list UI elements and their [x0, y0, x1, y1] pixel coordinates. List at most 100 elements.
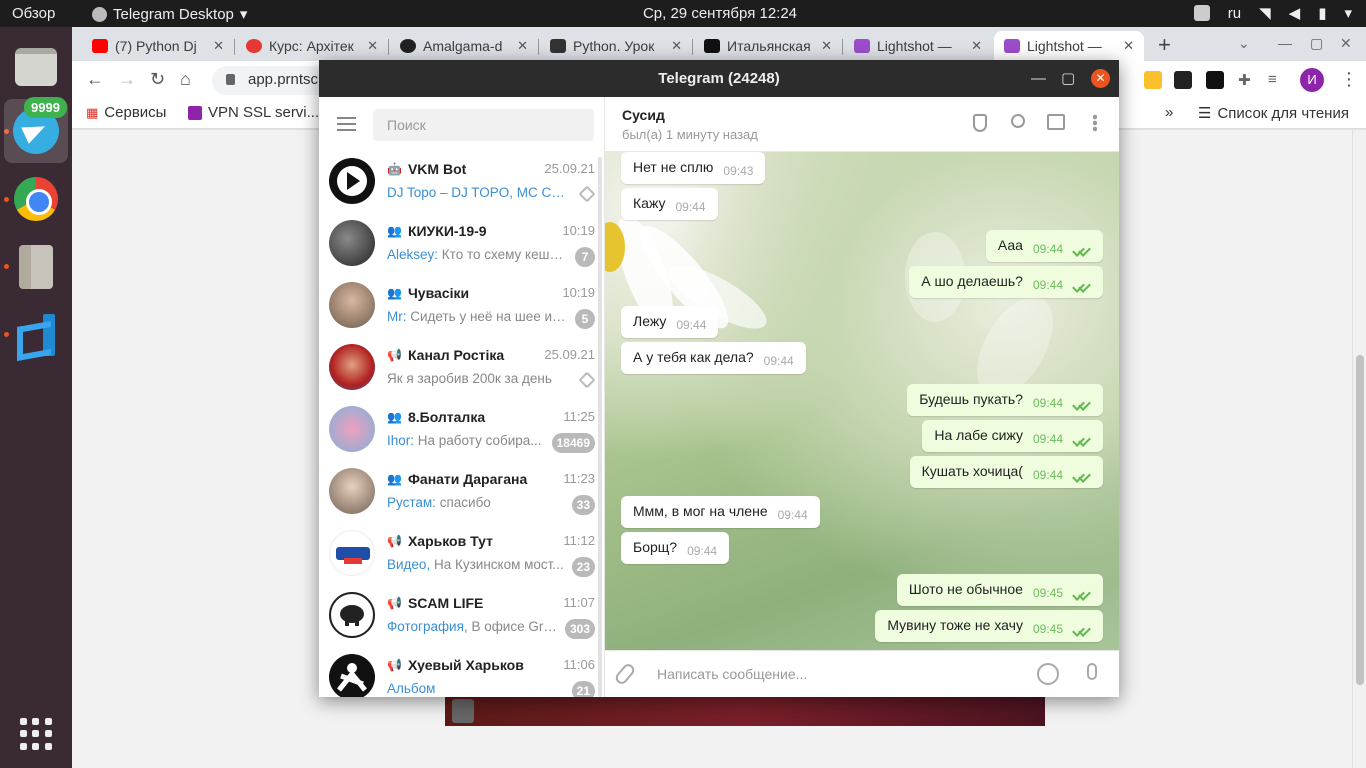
pin-icon: [578, 371, 596, 389]
bookmarks-overflow[interactable]: »: [1165, 104, 1173, 121]
message-outgoing[interactable]: Будешь пукать? 09:44: [907, 384, 1103, 416]
extension-icon[interactable]: [1144, 71, 1162, 89]
browser-tab-active[interactable]: Lightshot — ✕: [994, 31, 1144, 61]
system-top-bar: Обзор Telegram Desktop ▾ Ср, 29 сентября…: [0, 0, 1366, 27]
dock-telegram[interactable]: 9999: [4, 97, 68, 163]
chat-list-item[interactable]: 🤖 VKM Bot 25.09.21 DJ Topo – DJ TOPO, MC …: [319, 151, 604, 213]
indicator-icon[interactable]: [1193, 5, 1210, 21]
chat-list-item[interactable]: 👥 КИУКИ-19-9 10:19 Aleksey: Кто то схему …: [319, 213, 604, 275]
language-indicator[interactable]: ru: [1228, 5, 1241, 22]
browser-tab[interactable]: Курс: Архітек ✕: [236, 31, 388, 61]
maximize-icon[interactable]: ▢: [1061, 60, 1075, 97]
dock-archive-manager[interactable]: [4, 235, 68, 299]
unread-count: 303: [564, 619, 595, 639]
close-icon[interactable]: ✕: [517, 38, 528, 54]
dock-vscode[interactable]: [4, 303, 68, 367]
emoji-icon[interactable]: [1037, 663, 1059, 685]
chat-preview: Aleksey: Кто то схему кеша ...: [387, 247, 567, 262]
message-incoming[interactable]: Кажу 09:44: [621, 188, 718, 220]
chevron-down-icon[interactable]: ▾: [1344, 4, 1352, 22]
chat-list-item[interactable]: 📢 Харьков Тут 11:12 Видео, На Кузинском м…: [319, 523, 604, 585]
browser-tab[interactable]: Итальянская ✕: [694, 31, 842, 61]
message-incoming[interactable]: Нет не сплю 09:43: [621, 152, 766, 184]
attach-icon[interactable]: [613, 661, 637, 687]
system-tray[interactable]: ru ◥ ◀ ▮ ▾: [1193, 4, 1352, 22]
message-outgoing[interactable]: Мувину тоже не хачу 09:45: [875, 610, 1103, 642]
close-icon[interactable]: ✕: [213, 38, 224, 54]
message-outgoing[interactable]: Шото не обычное 09:45: [896, 574, 1103, 606]
show-applications-icon[interactable]: [20, 718, 52, 750]
message-incoming[interactable]: Лежу 09:44: [621, 306, 719, 338]
avatar[interactable]: И: [1300, 68, 1324, 92]
browser-tab[interactable]: Lightshot — ✕: [844, 31, 992, 61]
unread-count: 7: [575, 247, 595, 267]
close-icon[interactable]: ✕: [1123, 38, 1134, 54]
close-icon[interactable]: ✕: [367, 38, 378, 54]
chat-name: Канал Ростіка: [407, 347, 505, 363]
page-scrollbar[interactable]: [1352, 130, 1366, 768]
bookmark-vpn[interactable]: VPN SSL servi...: [188, 104, 319, 121]
search-input[interactable]: Поиск: [373, 109, 594, 141]
chat-list-item[interactable]: 📢 SCAM LIFE 11:07 Фотография, В офисе Gro…: [319, 585, 604, 647]
chat-list-item[interactable]: 📢 Канал Ростіка 25.09.21 Як я заробив 200…: [319, 337, 604, 399]
reload-icon[interactable]: ↻: [150, 69, 165, 90]
message-outgoing[interactable]: А шо делаешь? 09:44: [909, 266, 1103, 298]
message-outgoing[interactable]: Ааа 09:44: [985, 230, 1103, 262]
microphone-icon[interactable]: [1087, 663, 1097, 680]
more-icon[interactable]: ⋮: [1340, 69, 1358, 90]
browser-tab[interactable]: (7) Python Dj ✕: [82, 31, 234, 61]
minimize-icon[interactable]: —: [1278, 35, 1292, 51]
browser-tab[interactable]: Python. Урок ✕: [540, 31, 692, 61]
close-icon[interactable]: ✕: [1340, 35, 1352, 52]
message-incoming[interactable]: Ммм, в мог на члене 09:44: [621, 496, 820, 528]
close-icon[interactable]: ✕: [821, 38, 832, 54]
more-options-icon[interactable]: [1093, 114, 1097, 132]
message-incoming[interactable]: Борщ? 09:44: [621, 532, 730, 564]
home-icon[interactable]: ⌂: [180, 69, 191, 90]
files-icon: [15, 48, 57, 86]
chat-header[interactable]: Сусид был(а) 1 минуту назад: [605, 97, 1119, 152]
message-incoming[interactable]: А у тебя как дела? 09:44: [621, 342, 806, 374]
chat-list-item[interactable]: 👥 Чувасіки 10:19 Mr: Сидеть у неё на шее …: [319, 275, 604, 337]
hamburger-menu-icon[interactable]: [337, 117, 356, 131]
reading-list-button[interactable]: ☰ Список для чтения: [1198, 104, 1349, 123]
message-outgoing[interactable]: На лабе сижу 09:44: [922, 420, 1103, 452]
media-control-icon[interactable]: ≡: [1268, 71, 1286, 89]
read-ticks-icon: [1073, 437, 1091, 445]
wifi-icon[interactable]: ◥: [1259, 4, 1271, 22]
chat-name: SCAM LIFE: [407, 595, 484, 611]
side-panel-icon[interactable]: [1047, 114, 1065, 130]
clock[interactable]: Ср, 29 сентября 12:24: [0, 5, 1366, 22]
search-icon[interactable]: [1011, 114, 1025, 128]
browser-tab[interactable]: Amalgama-d ✕: [390, 31, 538, 61]
message-outgoing[interactable]: Кушать хочица(09:44: [909, 456, 1103, 488]
reading-list-label: Список для чтения: [1217, 104, 1349, 122]
bookmark-services[interactable]: ▦ Сервисы: [86, 104, 166, 121]
close-icon[interactable]: ✕: [971, 38, 982, 54]
maximize-icon[interactable]: ▢: [1310, 35, 1323, 52]
minimize-icon[interactable]: —: [1031, 60, 1046, 97]
unread-count: 33: [571, 495, 595, 515]
message-input[interactable]: Написать сообщение...: [657, 666, 807, 682]
chat-list-item[interactable]: 👥 Фанати Дарагана 11:23 Рустам: спасибо 3…: [319, 461, 604, 523]
volume-icon[interactable]: ◀: [1289, 4, 1301, 22]
puzzle-icon[interactable]: ✚: [1238, 71, 1256, 89]
close-icon[interactable]: ✕: [671, 38, 682, 54]
dock-files[interactable]: [4, 35, 68, 99]
avatar: [329, 530, 375, 576]
close-button[interactable]: ✕: [1091, 69, 1110, 88]
phone-icon[interactable]: [973, 114, 987, 132]
extension-icon[interactable]: [1206, 71, 1224, 89]
battery-icon[interactable]: ▮: [1318, 4, 1326, 22]
tab-search-icon[interactable]: ⌄: [1238, 35, 1250, 52]
chat-list-item[interactable]: 📢 Хуевый Харьков 11:06 Альбом 21: [319, 647, 604, 697]
read-ticks-icon: [1073, 591, 1091, 599]
extension-icon[interactable]: [1174, 71, 1192, 89]
chat-list-item[interactable]: 👥 8.Болталка 11:25 Ihor: На работу собира…: [319, 399, 604, 461]
new-tab-button[interactable]: +: [1158, 32, 1171, 58]
scrollbar-thumb[interactable]: [1356, 355, 1364, 685]
dock-chrome[interactable]: [4, 167, 68, 231]
forward-icon[interactable]: →: [118, 69, 136, 90]
chat-list-scrollbar[interactable]: [598, 157, 602, 697]
back-icon[interactable]: ←: [86, 69, 104, 90]
